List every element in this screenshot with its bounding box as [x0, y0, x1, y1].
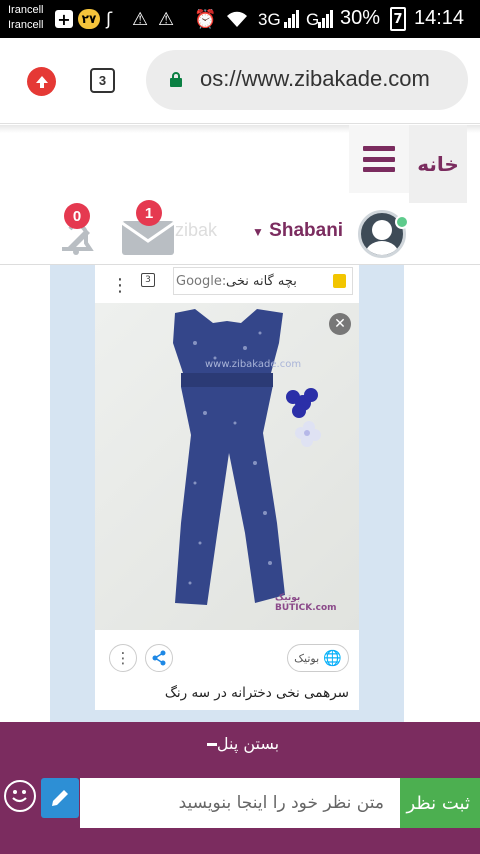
carrier-labels: Irancell Irancell [8, 3, 43, 33]
smiley-icon [12, 790, 27, 803]
pencil-icon [52, 790, 68, 806]
flower-decoration [286, 388, 321, 447]
mini-kebab-icon: ⋮ [111, 275, 129, 296]
mini-lock-icon [333, 274, 346, 288]
close-photo-icon[interactable]: ✕ [329, 313, 351, 335]
carrier-2: Irancell [8, 19, 44, 31]
battery-percent: 30% [340, 7, 381, 29]
submit-comment-button[interactable]: ثبت نظر [400, 778, 480, 828]
comment-panel: بستن پنل ثبت نظر [0, 722, 480, 854]
source-chip[interactable]: بوتیک 🌐 [287, 644, 349, 672]
more-vert-icon: ⋮ [115, 649, 131, 667]
emoji-button[interactable] [4, 780, 36, 812]
clock: 14:14 [414, 7, 465, 29]
source-label: بوتیک [294, 651, 320, 665]
home-link[interactable]: خانه [409, 125, 467, 203]
post-caption: سرهمی نخی دخترانه در سه رنگ [164, 685, 349, 701]
comment-input[interactable] [80, 778, 400, 828]
close-panel-button[interactable]: بستن پنل [0, 734, 480, 753]
url-text: os://www.zibakade.com [200, 66, 430, 91]
battery-icon: 7 [390, 7, 406, 31]
share-icon [152, 650, 166, 666]
browser-toolbar: 3 os://www.zibakade.com [0, 38, 480, 124]
username: Shabani [269, 220, 344, 241]
alarm-icon: ⏰ [194, 8, 217, 30]
close-panel-label: بستن پنل [216, 734, 280, 753]
warning-icon: ⚠ [132, 8, 149, 30]
tab-switcher-button[interactable]: 3 [90, 68, 115, 93]
minus-icon [206, 743, 217, 746]
mini-tab-count: 3 [141, 273, 155, 287]
warning-icon-2: ⚠ [158, 8, 175, 30]
signal-icon-2 [318, 8, 334, 30]
menu-button[interactable] [349, 125, 409, 193]
mini-search-query: بچه گانه نخی [226, 274, 297, 289]
status-bar: Irancell Irancell + ۲۷ ʃ ⚠ ⚠ ⏰ 3G G 30% … [0, 0, 480, 38]
photo-logo: بوتیک BUTICK.com [275, 593, 337, 613]
share-button[interactable] [145, 644, 173, 672]
swirl-notification-icon: ʃ [106, 8, 113, 30]
carrier-1: Irancell [8, 4, 44, 16]
caret-down-icon: ▼ [252, 225, 264, 239]
signal-icon-1 [284, 8, 300, 30]
post-card: ⋮ 3 Google: بچه گانه نخی www.zibakade.co… [95, 265, 359, 710]
arrow-up-icon [35, 75, 48, 88]
messages-badge: 1 [136, 200, 162, 226]
header-watermark: zibak [175, 220, 218, 240]
mini-search-bar: Google: بچه گانه نخی [173, 267, 353, 295]
lock-icon [170, 72, 182, 87]
network-type-1: 3G [258, 10, 281, 29]
online-status-dot [395, 215, 409, 229]
notification-count-badge: ۲۷ [78, 9, 100, 29]
notification-badge: 0 [64, 203, 90, 229]
post-actions: ⋮ بوتیک 🌐 [95, 640, 359, 680]
mini-search-prefix: Google: [176, 274, 227, 289]
more-options-button[interactable]: ⋮ [109, 644, 137, 672]
wifi-icon [224, 8, 250, 30]
photo-watermark: www.zibakade.com [205, 359, 301, 370]
plus-notification-icon: + [55, 10, 73, 29]
jumpsuit-image: www.zibakade.com [173, 309, 321, 605]
globe-icon: 🌐 [323, 649, 342, 667]
browser-home-button[interactable] [27, 67, 56, 96]
user-menu-toggle[interactable]: ▼ Shabani [252, 220, 343, 242]
hamburger-icon [363, 146, 395, 172]
edit-button[interactable] [41, 778, 79, 818]
url-field[interactable]: os://www.zibakade.com [146, 50, 468, 110]
product-photo[interactable]: www.zibakade.com ✕ بوتیک BUTICK.com [95, 303, 359, 630]
